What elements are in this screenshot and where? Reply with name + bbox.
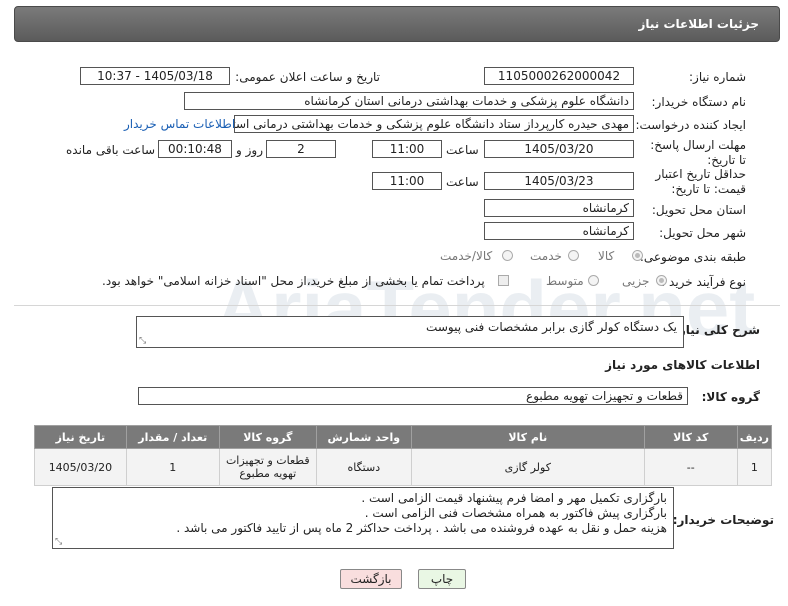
goods-group-label: گروه کالا: [701, 390, 760, 404]
announce-label: تاریخ و ساعت اعلان عمومی: [235, 70, 380, 84]
reply-time-label: ساعت [446, 143, 479, 157]
buyer-notes-label: توضیحات خریدار: [672, 513, 774, 527]
creator-label: ایجاد کننده درخواست: [635, 118, 746, 132]
watermark-logo: AriaTender.net [215, 264, 755, 352]
process-medium-radio[interactable] [588, 275, 599, 286]
buyer-notes-textarea[interactable]: بارگزاری تکمیل مهر و امضا فرم پیشنهاد قی… [52, 487, 674, 549]
cell-row-number: 1 [736, 448, 773, 486]
category-service-label: خدمت [530, 249, 562, 263]
col-header-row-number: ردیف [736, 425, 773, 449]
process-label: نوع فرآیند خرید : [661, 275, 746, 289]
cell-item-name: کولر گازی [410, 448, 645, 486]
remaining-time-label: ساعت باقی مانده [66, 143, 156, 157]
announce-field[interactable]: 1405/03/18 - 10:37 [80, 67, 230, 85]
validity-label: حداقل تاریخ اعتبار قیمت: تا تاریخ: [655, 167, 746, 196]
section-divider [14, 305, 780, 306]
city-label: شهر محل تحویل: [659, 226, 746, 240]
col-header-group: گروه کالا [218, 425, 317, 449]
page-title: جزئیات اطلاعات نیاز [638, 17, 759, 31]
need-number-field[interactable]: 1105000262000042 [484, 67, 634, 85]
page-header: جزئیات اطلاعات نیاز [14, 6, 780, 42]
validity-time-field[interactable]: 11:00 [372, 172, 442, 190]
resize-handle-icon[interactable]: ⤡ [139, 337, 146, 346]
province-field[interactable]: کرمانشاه [484, 199, 634, 217]
treasury-payment-note: پرداخت تمام یا بخشی از مبلغ خرید،از محل … [102, 274, 485, 288]
category-label: طبقه بندی موضوعی: [639, 250, 746, 264]
buyer-note-line: بارگزاری پیش فاکتور به همراه مشخصات فنی … [364, 506, 667, 520]
days-label: روز و [236, 143, 263, 157]
validity-date-field[interactable]: 1405/03/23 [484, 172, 634, 190]
buyer-org-field[interactable]: دانشگاه علوم پزشکی و خدمات بهداشتی درمان… [184, 92, 634, 110]
col-header-need-date: تاریخ نیاز [34, 425, 127, 449]
buyer-note-line: بارگزاری تکمیل مهر و امضا فرم پیشنهاد قی… [361, 491, 667, 505]
category-goods-label: کالا [598, 249, 615, 263]
back-button[interactable]: بازگشت [340, 569, 402, 589]
cell-quantity: 1 [125, 448, 220, 486]
remaining-time-field[interactable]: 00:10:48 [158, 140, 232, 158]
category-both-label: کالا/خدمت [440, 249, 493, 263]
print-button[interactable]: چاپ [418, 569, 466, 589]
creator-field[interactable]: مهدی حیدره کارپرداز ستاد دانشگاه علوم پز… [234, 115, 634, 133]
cell-group: قطعات و تجهیزات تهویه مطبوع [218, 448, 317, 486]
need-number-label: شماره نیاز: [689, 70, 746, 84]
buyer-note-line: هزینه حمل و نقل به عهده فروشنده می باشد … [176, 521, 667, 535]
reply-time-field[interactable]: 11:00 [372, 140, 442, 158]
col-header-item-name: نام کالا [410, 425, 645, 449]
category-service-radio[interactable] [568, 250, 579, 261]
description-label: شرح کلی نیاز: [674, 323, 760, 337]
description-textarea[interactable]: یک دستگاه کولر گازی برابر مشخصات فنی پیو… [136, 316, 684, 348]
process-minor-label: جزیی [622, 274, 650, 288]
goods-table: ردیف کد کالا نام کالا واحد شمارش گروه کا… [34, 425, 773, 486]
cell-item-code: -- [643, 448, 738, 486]
treasury-payment-checkbox[interactable] [498, 275, 509, 286]
description-text: یک دستگاه کولر گازی برابر مشخصات فنی پیو… [426, 320, 677, 334]
process-medium-label: متوسط [546, 274, 584, 288]
city-field[interactable]: کرمانشاه [484, 222, 634, 240]
col-header-quantity: تعداد / مقدار [125, 425, 220, 449]
validity-time-label: ساعت [446, 175, 479, 189]
table-row[interactable]: 1 -- کولر گازی دستگاه قطعات و تجهیزات ته… [34, 448, 773, 486]
reply-date-field[interactable]: 1405/03/20 [484, 140, 634, 158]
buyer-org-label: نام دستگاه خریدار: [651, 95, 747, 109]
resize-handle-icon[interactable]: ⤡ [55, 538, 62, 547]
province-label: استان محل تحویل: [651, 203, 746, 217]
goods-table-header-row: ردیف کد کالا نام کالا واحد شمارش گروه کا… [34, 425, 773, 449]
buyer-contact-link[interactable]: اطلاعات تماس خریدار [124, 117, 235, 131]
col-header-unit: واحد شمارش [315, 425, 412, 449]
cell-unit: دستگاه [315, 448, 412, 486]
process-minor-radio[interactable] [656, 275, 667, 286]
goods-group-field[interactable]: قطعات و تجهیزات تهویه مطبوع [138, 387, 688, 405]
cell-need-date: 1405/03/20 [34, 448, 127, 486]
col-header-item-code: کد کالا [643, 425, 738, 449]
reply-deadline-label: مهلت ارسال پاسخ: تا تاریخ: [650, 138, 746, 167]
category-goods-radio[interactable] [632, 250, 643, 261]
days-field[interactable]: 2 [266, 140, 336, 158]
goods-section-title: اطلاعات کالاهای مورد نیاز [605, 358, 760, 372]
category-both-radio[interactable] [502, 250, 513, 261]
